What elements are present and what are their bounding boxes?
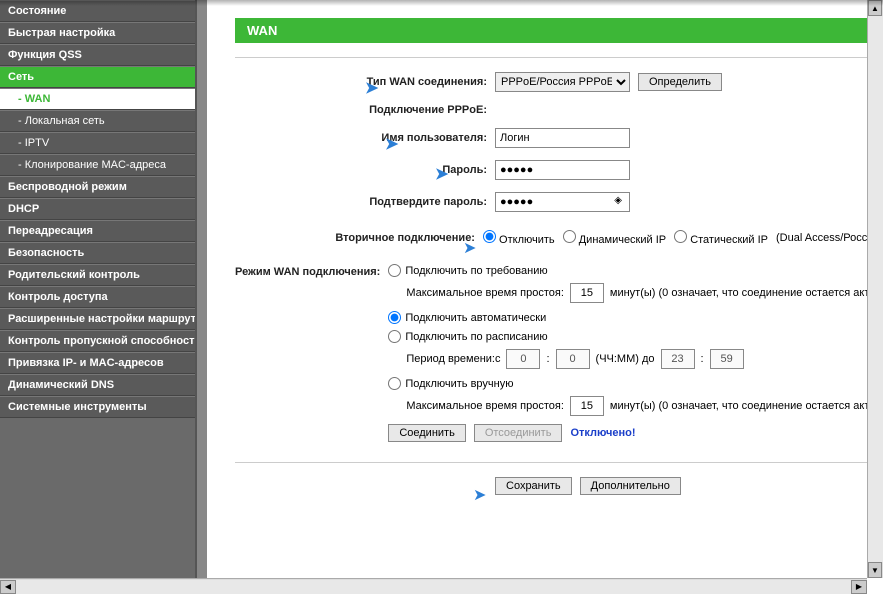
- main-v-scrollbar[interactable]: ▲ ▼: [867, 0, 883, 578]
- page-title: WAN: [235, 18, 873, 43]
- arrow-icon: ➤: [385, 134, 398, 154]
- disconnect-button[interactable]: Отсоединить: [474, 424, 563, 442]
- sidebar-item-11[interactable]: Безопасность: [0, 242, 195, 264]
- advanced-button[interactable]: Дополнительно: [580, 477, 681, 495]
- scroll-track[interactable]: [207, 580, 851, 594]
- idle2-input[interactable]: [570, 396, 604, 416]
- save-button[interactable]: Сохранить: [495, 477, 572, 495]
- arrow-icon: ➤: [365, 78, 378, 98]
- username-input[interactable]: [495, 128, 630, 148]
- sidebar-item-10[interactable]: Переадресация: [0, 220, 195, 242]
- sidebar-item-15[interactable]: Контроль пропускной способности: [0, 330, 195, 352]
- sidebar-item-1[interactable]: Быстрая настройка: [0, 22, 195, 44]
- p-h1[interactable]: [506, 349, 540, 369]
- scroll-down-icon[interactable]: ▼: [868, 562, 882, 578]
- sidebar-item-4[interactable]: - WAN: [0, 88, 195, 110]
- period-line: Период времени:с : (ЧЧ:ММ) до :: [388, 349, 883, 369]
- mode-auto[interactable]: Подключить автоматически: [388, 311, 883, 324]
- row-pppoe-conn: Подключение PPPoE:: [235, 104, 883, 116]
- sidebar-item-7[interactable]: - Клонирование MAC-адреса: [0, 154, 195, 176]
- row-secondary: Вторичное подключение: ➤ Отключить Динам…: [235, 230, 883, 246]
- wan-type-select[interactable]: PPPoE/Россия PPPoE: [495, 72, 630, 92]
- sidebar-item-3[interactable]: Сеть: [0, 66, 195, 88]
- main-h-scrollbar[interactable]: ◀ ▶: [207, 578, 867, 594]
- idle1-input[interactable]: [570, 283, 604, 303]
- sec-disable[interactable]: Отключить: [483, 230, 555, 246]
- sidebar-item-18[interactable]: Системные инструменты: [0, 396, 195, 418]
- main-panel: WAN ➤ Тип WAN соединения: PPPoE/Россия P…: [207, 0, 883, 594]
- label-password: ➤ Пароль:: [235, 164, 495, 176]
- connect-line: Соединить Отсоединить Отключено!: [388, 424, 883, 442]
- password-input[interactable]: [495, 160, 630, 180]
- row-confirm: Подтвердите пароль: ◈: [235, 192, 883, 212]
- sec-static[interactable]: Статический IP: [674, 230, 768, 246]
- top-shadow: [0, 0, 883, 6]
- label-pppoe: Подключение PPPoE:: [235, 104, 495, 116]
- label-username: ➤ Имя пользователя:: [235, 132, 495, 144]
- p-h2[interactable]: [661, 349, 695, 369]
- row-conn-type: ➤ Тип WAN соединения: PPPoE/Россия PPPoE…: [235, 72, 883, 92]
- idle-line-2: Максимальное время простоя: минут(ы) (0 …: [388, 396, 883, 416]
- divider-line: [235, 57, 873, 58]
- sidebar-item-16[interactable]: Привязка IP- и MAC-адресов: [0, 352, 195, 374]
- p-m1[interactable]: [556, 349, 590, 369]
- label-conn-type: ➤ Тип WAN соединения:: [235, 76, 495, 88]
- label-secondary: Вторичное подключение:: [235, 232, 483, 244]
- sidebar-item-14[interactable]: Расширенные настройки маршрутизации: [0, 308, 195, 330]
- sidebar-item-2[interactable]: Функция QSS: [0, 44, 195, 66]
- divider: [197, 0, 207, 594]
- arrow-icon: ➤: [463, 238, 476, 258]
- mode-demand[interactable]: Подключить по требованию: [388, 264, 883, 277]
- arrow-icon: ➤: [473, 485, 486, 505]
- label-wan-mode: Режим WAN подключения:: [235, 264, 388, 278]
- row-password: ➤ Пароль:: [235, 160, 883, 180]
- connect-button[interactable]: Соединить: [388, 424, 466, 442]
- mode-manual[interactable]: Подключить вручную: [388, 377, 883, 390]
- sidebar-item-12[interactable]: Родительский контроль: [0, 264, 195, 286]
- label-confirm: Подтвердите пароль:: [235, 196, 495, 208]
- scroll-right-icon[interactable]: ▶: [851, 580, 867, 594]
- sec-dynamic[interactable]: Динамический IP: [563, 230, 666, 246]
- row-username: ➤ Имя пользователя:: [235, 128, 883, 148]
- row-footer: ➤ Сохранить Дополнительно: [235, 477, 883, 495]
- sidebar: СостояниеБыстрая настройкаФункция QSSСет…: [0, 0, 197, 594]
- status-text: Отключено!: [570, 427, 635, 439]
- sidebar-item-6[interactable]: - IPTV: [0, 132, 195, 154]
- app-window: СостояниеБыстрая настройкаФункция QSSСет…: [0, 0, 883, 594]
- sidebar-item-8[interactable]: Беспроводной режим: [0, 176, 195, 198]
- sidebar-item-9[interactable]: DHCP: [0, 198, 195, 220]
- wan-mode-block: Подключить по требованию Максимальное вр…: [388, 264, 883, 450]
- divider-line-2: [235, 462, 873, 463]
- sidebar-item-5[interactable]: - Локальная сеть: [0, 110, 195, 132]
- detect-button[interactable]: Определить: [638, 73, 722, 91]
- p-m2[interactable]: [710, 349, 744, 369]
- scroll-track-v[interactable]: [868, 16, 883, 562]
- row-wan-mode: Режим WAN подключения: Подключить по тре…: [235, 264, 883, 450]
- mode-sched[interactable]: Подключить по расписанию: [388, 330, 883, 343]
- arrow-icon: ➤: [435, 164, 448, 184]
- content: WAN ➤ Тип WAN соединения: PPPoE/Россия P…: [207, 0, 883, 507]
- idle-line-1: Максимальное время простоя: минут(ы) (0 …: [388, 283, 883, 303]
- sidebar-item-13[interactable]: Контроль доступа: [0, 286, 195, 308]
- confirm-input[interactable]: [495, 192, 630, 212]
- sidebar-list: СостояниеБыстрая настройкаФункция QSSСет…: [0, 0, 195, 594]
- sidebar-item-17[interactable]: Динамический DNS: [0, 374, 195, 396]
- eye-icon[interactable]: ◈: [614, 195, 622, 206]
